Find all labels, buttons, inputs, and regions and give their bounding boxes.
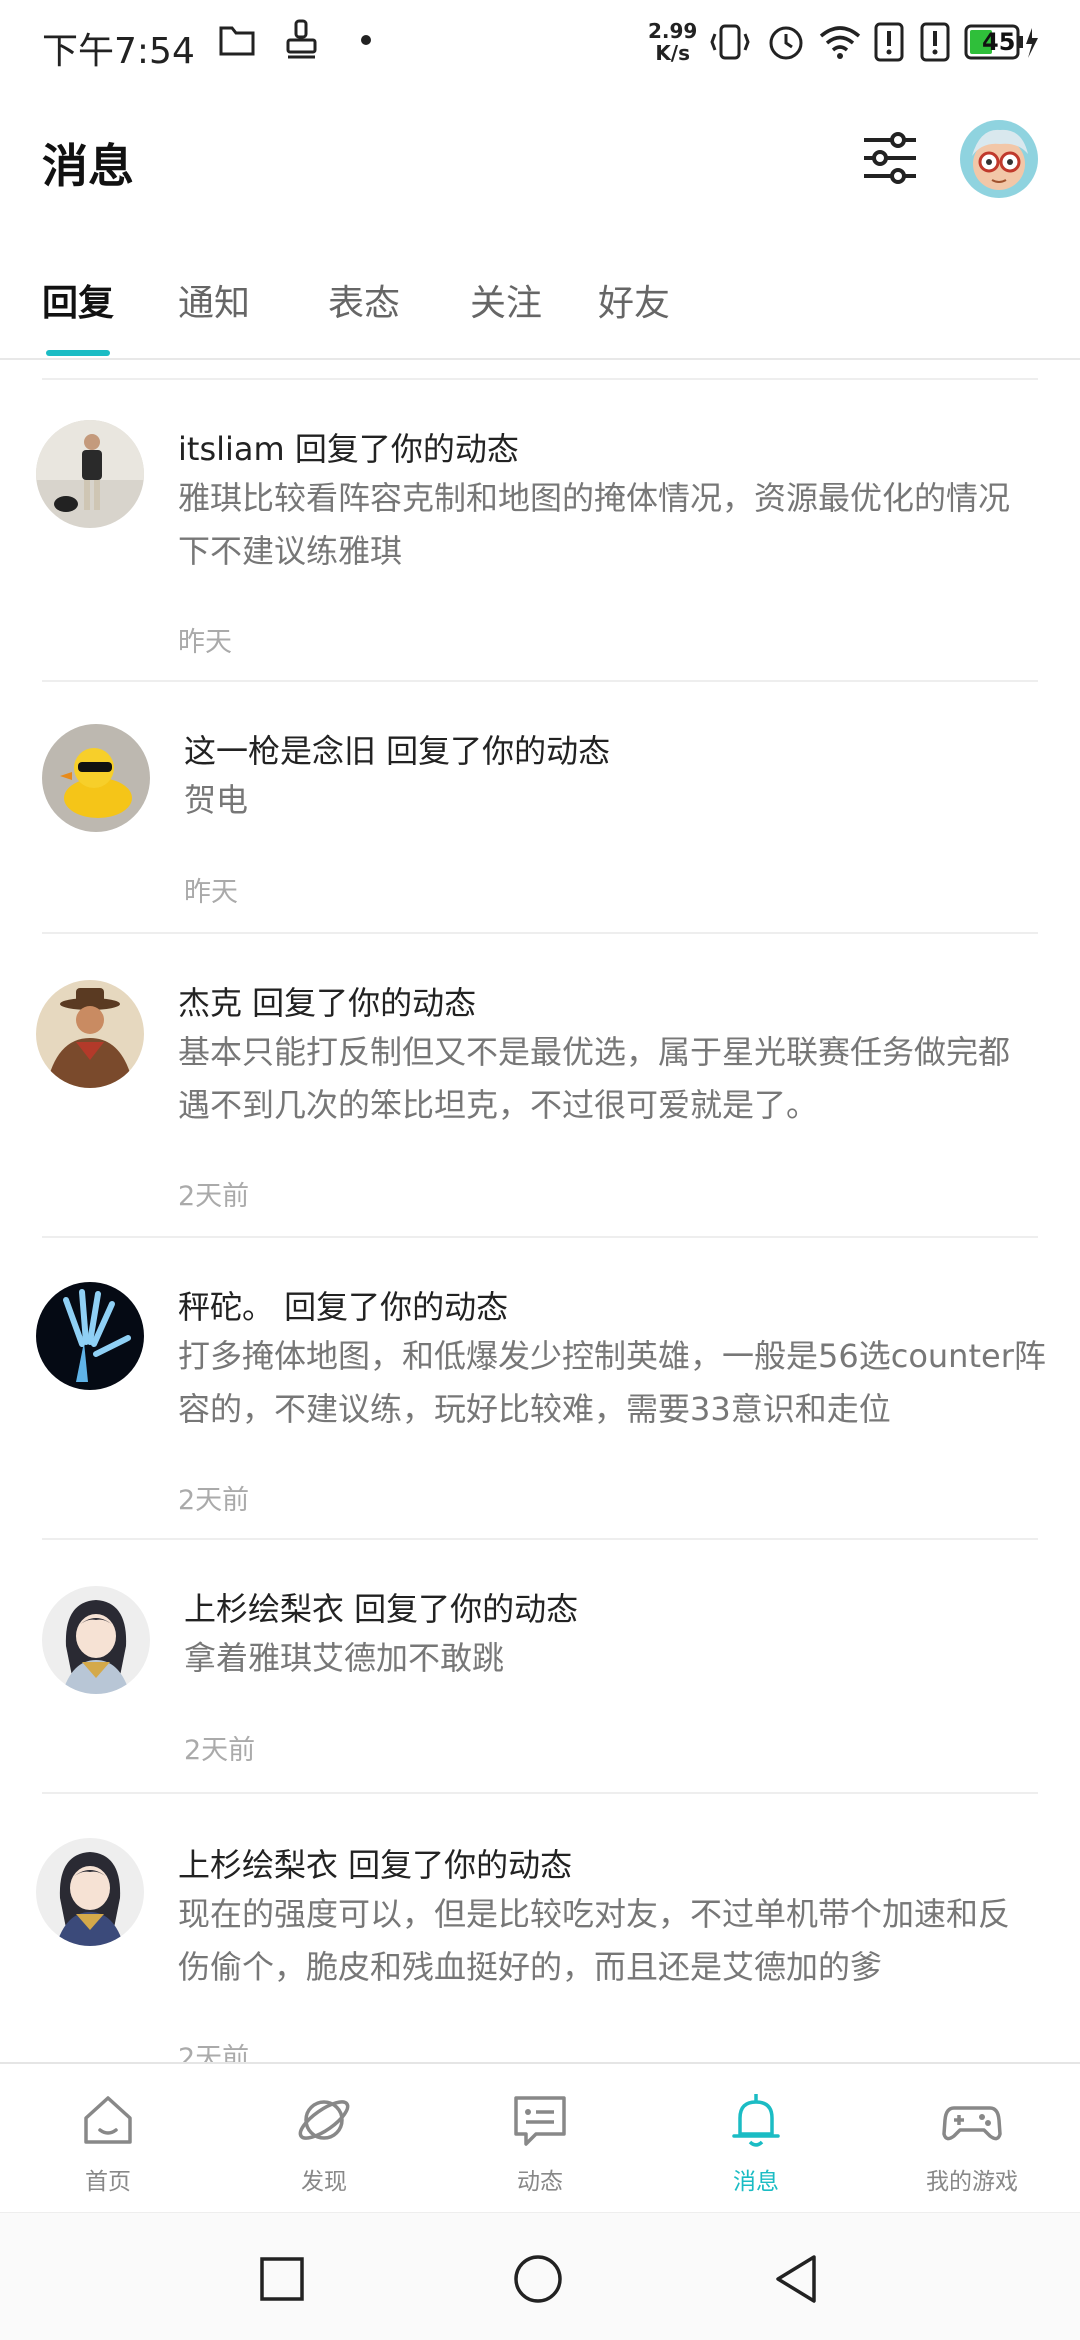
active-tab-indicator [46,350,110,356]
nav-label: 消息 [733,2169,779,2195]
battery-indicator: 45 [964,24,1040,62]
reply-time: 昨天 [184,877,238,908]
commenter-avatar[interactable] [36,420,144,528]
user-avatar[interactable] [960,120,1038,198]
reply-line: 现在的强度可以，但是比较吃对友，不过单机带个加速和反 [178,1895,1011,1933]
reply-line: 下不建议练雅琪 [178,532,403,570]
tab-follows[interactable]: 关注 [470,274,542,326]
page-title: 消息 [42,139,134,193]
commenter-avatar[interactable] [42,724,150,832]
sim-alert-icon [874,22,904,62]
feed-icon [514,2096,566,2146]
nav-messages[interactable]: 消息 [648,2064,864,2214]
reply-content: 基本只能打反制但又不是最优选，属于星光联赛任务做完都 遇不到几次的笨比坦克，不过… [178,1026,1078,1132]
reply-content: 拿着雅琪艾德加不敢跳 [184,1632,1080,1685]
reply-line: 容的，不建议练，玩好比较难，需要33意识和走位 [178,1390,891,1428]
list-item[interactable]: 秤砣。 回复了你的动态 打多掩体地图，和低爆发少控制英雄，一般是56选count… [0,1238,1080,1540]
home-button-icon[interactable] [512,2253,564,2305]
reply-line: 伤偷个，脆皮和残血挺好的，而且还是艾德加的爹 [178,1948,883,1986]
reply-line: 遇不到几次的笨比坦克，不过很可爱就是了。 [178,1086,819,1124]
network-speed-unit: K/s [655,41,691,65]
list-item[interactable]: 上杉绘梨衣 回复了你的动态 现在的强度可以，但是比较吃对友，不过单机带个加速和反… [0,1794,1080,2062]
nav-home[interactable]: 首页 [0,2064,216,2214]
list-item[interactable]: itsliam 回复了你的动态 雅琪比较看阵容克制和地图的掩体情况，资源最优化的… [0,380,1080,682]
reply-time: 2天前 [178,1181,250,1212]
reply-line: 基本只能打反制但又不是最优选，属于星光联赛任务做完都 [178,1033,1011,1071]
reply-line: 打多掩体地图，和低爆发少控制英雄，一般是56选counter阵 [178,1337,1046,1375]
reply-title: 上杉绘梨衣 回复了你的动态 [178,1846,573,1884]
commenter-avatar[interactable] [36,980,144,1088]
reply-title: 秤砣。 回复了你的动态 [178,1288,509,1326]
tab-friends[interactable]: 好友 [598,274,670,326]
stamp-icon [286,19,317,59]
nav-label: 发现 [301,2169,347,2195]
message-tabs: 回复 通知 表态 关注 好友 [0,270,1080,360]
tab-notifications[interactable]: 通知 [178,274,250,326]
reply-line: 拿着雅琪艾德加不敢跳 [184,1639,505,1677]
nav-feed[interactable]: 动态 [432,2064,648,2214]
alarm-icon [769,26,803,60]
wifi-icon [819,26,861,59]
system-nav-bar [0,2212,1080,2340]
bell-icon [732,2094,780,2147]
gamepad-icon [942,2106,1002,2141]
reply-title: 上杉绘梨衣 回复了你的动态 [184,1590,579,1628]
reply-time: 昨天 [178,627,232,658]
battery-level: 45 [982,28,1016,56]
list-item[interactable]: 上杉绘梨衣 回复了你的动态 拿着雅琪艾德加不敢跳 2天前 [0,1540,1080,1794]
reply-title: 杰克 回复了你的动态 [178,984,477,1022]
sim-alert-icon [920,22,950,62]
reply-time: 2天前 [184,1735,256,1766]
commenter-avatar[interactable] [42,1586,150,1694]
reply-content: 贺电 [184,774,1080,827]
tab-reactions[interactable]: 表态 [328,274,400,326]
reply-content: 打多掩体地图，和低爆发少控制英雄，一般是56选counter阵 容的，不建议练，… [178,1330,1078,1436]
status-time: 下午7:54 [42,31,195,72]
folder-icon [219,26,255,56]
vibrate-icon [710,24,750,60]
nav-label: 动态 [517,2169,563,2195]
commenter-avatar[interactable] [36,1282,144,1390]
reply-list: itsliam 回复了你的动态 雅琪比较看阵容克制和地图的掩体情况，资源最优化的… [0,362,1080,2062]
nav-my-games[interactable]: 我的游戏 [864,2064,1080,2214]
commenter-avatar[interactable] [36,1838,144,1946]
list-item[interactable]: 杰克 回复了你的动态 基本只能打反制但又不是最优选，属于星光联赛任务做完都 遇不… [0,934,1080,1238]
status-bar: 下午7:54 2.99 K/s 45 [0,0,1080,90]
reply-title: itsliam 回复了你的动态 [178,430,519,468]
reply-line: 雅琪比较看阵容克制和地图的掩体情况，资源最优化的情况 [178,479,1011,517]
reply-content: 雅琪比较看阵容克制和地图的掩体情况，资源最优化的情况 下不建议练雅琪 [178,472,1078,578]
reply-time: 2天前 [178,2043,250,2062]
network-speed-value: 2.99 [648,19,698,43]
nav-label: 首页 [85,2169,131,2195]
notification-dot-icon [361,35,371,45]
filter-settings-icon[interactable] [860,128,920,188]
nav-label: 我的游戏 [926,2169,1018,2195]
reply-time: 2天前 [178,1485,250,1516]
back-icon[interactable] [770,2253,822,2305]
recent-apps-icon[interactable] [256,2253,308,2305]
reply-line: 贺电 [184,781,249,819]
nav-discover[interactable]: 发现 [216,2064,432,2214]
list-item[interactable]: 这一枪是念旧 回复了你的动态 贺电 昨天 [0,682,1080,934]
tab-reply[interactable]: 回复 [42,274,114,326]
planet-icon [298,2100,350,2140]
network-speed: 2.99 K/s [648,20,697,64]
reply-title: 这一枪是念旧 回复了你的动态 [184,732,611,770]
bottom-nav: 首页 发现 动态 消息 我的游戏 [0,2062,1080,2212]
reply-content: 现在的强度可以，但是比较吃对友，不过单机带个加速和反 伤偷个，脆皮和残血挺好的，… [178,1888,1078,1994]
home-icon [84,2096,132,2144]
